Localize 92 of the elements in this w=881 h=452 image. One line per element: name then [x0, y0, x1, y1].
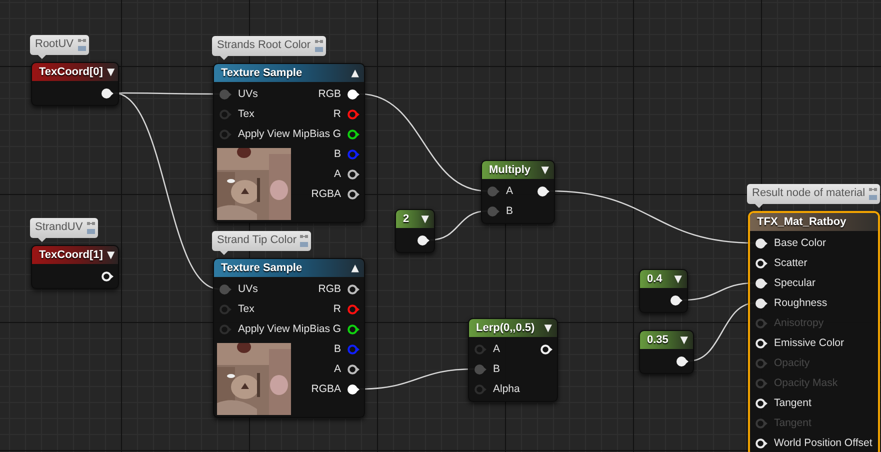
node-title: Texture Sample: [221, 262, 302, 274]
pin-label: Specular: [774, 277, 816, 289]
graph-node[interactable]: Multiply ▼ A B: [481, 160, 555, 224]
pin-label: G: [332, 323, 341, 335]
graph-node[interactable]: 2 ▼: [395, 209, 435, 253]
pin-label: A: [506, 185, 514, 197]
pin-icon[interactable]: [755, 398, 768, 408]
pin-icon[interactable]: [101, 270, 114, 282]
pin-comment-icon[interactable]: [78, 38, 86, 51]
pin-label: Anisotropy: [774, 317, 824, 329]
pin-comment-icon[interactable]: [300, 234, 308, 247]
pin-label: Alpha: [493, 383, 520, 395]
node-title: 0.35: [647, 334, 668, 346]
pin-icon[interactable]: [670, 294, 683, 306]
pin-label: A: [334, 363, 341, 375]
pin-icon[interactable]: [347, 88, 360, 100]
node-header[interactable]: Multiply ▼: [482, 161, 554, 179]
pin-icon[interactable]: [347, 284, 360, 294]
pin-icon[interactable]: [101, 88, 114, 98]
pin-label: RGB: [318, 283, 341, 295]
node-title: TexCoord[0]: [39, 66, 103, 78]
graph-node[interactable]: Lerp(0,,0.5) ▼ A B Alpha: [468, 318, 558, 402]
pin-comment-icon[interactable]: [86, 221, 95, 234]
node-title: Multiply: [489, 164, 531, 176]
pin-label: Tex: [238, 303, 254, 315]
comment-text: Result node of material: [752, 186, 866, 201]
pin-label: UVs: [238, 88, 258, 100]
pin-icon[interactable]: [347, 128, 360, 140]
pin-label: World Position Offset: [774, 437, 872, 449]
node-header[interactable]: TexCoord[0] ▼: [32, 63, 118, 81]
comment-text: Strand Tip Color: [217, 233, 296, 248]
pin-label: B: [334, 343, 341, 355]
pin-icon[interactable]: [755, 338, 768, 348]
node-title: Texture Sample: [221, 67, 302, 79]
pin-label: R: [333, 108, 341, 120]
pin-icon[interactable]: [417, 234, 430, 246]
pin-icon[interactable]: [755, 298, 768, 308]
pin-icon[interactable]: [755, 278, 768, 288]
pin-icon[interactable]: [755, 438, 768, 448]
graph-node[interactable]: Texture Sample ▲ UVs RGB Tex R Apply View MipBias G B A RGBA: [213, 63, 365, 223]
node-title: TexCoord[1]: [39, 249, 103, 261]
pin-label: RGBA: [311, 383, 341, 395]
pin-label: B: [493, 363, 500, 375]
graph-node[interactable]: TexCoord[1] ▼: [31, 245, 119, 289]
pin-icon[interactable]: [347, 324, 360, 334]
graph-node[interactable]: 0.4 ▼: [639, 269, 688, 313]
node-title: TFX_Mat_Ratboy: [757, 216, 846, 228]
comment-text: Strands Root Color: [217, 38, 311, 53]
pin-label: G: [332, 128, 341, 140]
graph-node[interactable]: Texture Sample ▲ UVs RGB Tex R Apply View MipBias G B A RGBA: [213, 258, 365, 418]
pin-comment-icon[interactable]: [869, 187, 878, 200]
graph-node[interactable]: TexCoord[0] ▼: [31, 62, 119, 106]
pin-icon[interactable]: [540, 344, 553, 354]
node-header[interactable]: TexCoord[1] ▼: [32, 246, 118, 264]
pin-label: Scatter: [774, 257, 808, 269]
pin-comment-icon[interactable]: [314, 39, 323, 52]
pin-label: Apply View MipBias: [238, 323, 330, 335]
node-header[interactable]: 0.4 ▼: [640, 270, 687, 288]
pin-label: B: [334, 148, 341, 160]
node-title: 2: [403, 213, 410, 225]
node-header[interactable]: Texture Sample ▲: [214, 64, 364, 82]
pin-icon[interactable]: [347, 188, 360, 200]
node-header[interactable]: Texture Sample ▲: [214, 259, 364, 277]
pin-label: Base Color: [774, 237, 826, 249]
comment-text: StrandUV: [35, 220, 83, 235]
pin-label: A: [334, 168, 341, 180]
pin-label: Emissive Color: [774, 337, 844, 349]
pin-label: A: [493, 343, 500, 355]
node-header[interactable]: TFX_Mat_Ratboy: [750, 213, 878, 231]
pin-icon[interactable]: [676, 356, 689, 366]
node-header[interactable]: Lerp(0,,0.5) ▼: [469, 319, 557, 337]
pin-label: Tangent: [774, 397, 812, 409]
pin-label: B: [506, 205, 514, 217]
node-title: 0.4: [647, 273, 662, 285]
pin-label: UVs: [238, 283, 258, 295]
pin-icon[interactable]: [347, 364, 360, 374]
pin-icon[interactable]: [347, 168, 360, 180]
node-header[interactable]: 0.35 ▼: [640, 331, 693, 349]
node-header[interactable]: 2 ▼: [396, 210, 434, 228]
graph-node[interactable]: 0.35 ▼: [639, 330, 694, 374]
pin-icon[interactable]: [537, 186, 550, 196]
pin-icon[interactable]: [347, 384, 360, 394]
node-title: Lerp(0,,0.5): [476, 322, 535, 334]
pin-label: RGB: [318, 88, 341, 100]
pin-label: Apply View MipBias: [238, 128, 330, 140]
pin-label: Tex: [238, 108, 254, 120]
pin-icon[interactable]: [755, 238, 768, 248]
pin-label: Roughness: [774, 297, 828, 309]
pin-icon[interactable]: [755, 258, 768, 268]
pin-label: RGBA: [311, 188, 341, 200]
pin-label: R: [333, 303, 341, 315]
comment-text: RootUV: [35, 37, 74, 52]
